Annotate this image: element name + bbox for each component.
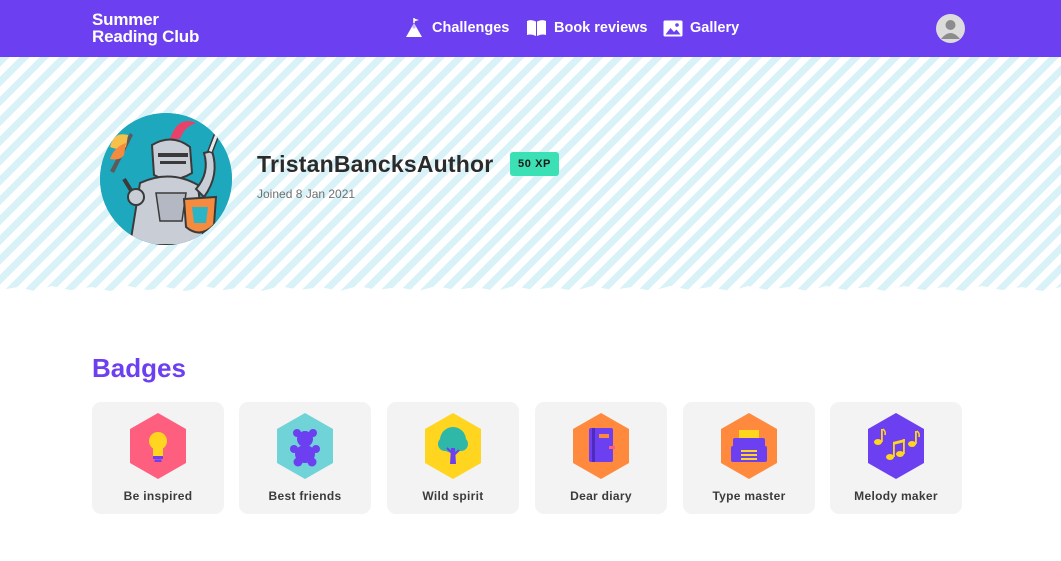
image-icon [663, 20, 683, 36]
badges-heading: Badges [92, 353, 186, 383]
nav-book-reviews[interactable]: Book reviews [526, 17, 648, 39]
mountain-flag-icon [406, 18, 422, 37]
badge-label: Melody maker [854, 489, 938, 503]
badge-card-type-master[interactable]: Type master [683, 402, 815, 514]
joined-date: Joined 8 Jan 2021 [257, 187, 356, 201]
profile-hero: TristanBancksAuthor 50 XP Joined 8 Jan 2… [0, 57, 1061, 297]
nav-challenges[interactable]: Challenges [405, 17, 509, 39]
badge-card-be-inspired[interactable]: Be inspired [92, 402, 224, 514]
nav-challenges-label: Challenges [432, 20, 510, 36]
nav-book-reviews-label: Book reviews [554, 20, 648, 36]
logo-line-2: Reading Club [92, 27, 200, 46]
typewriter-icon [721, 413, 777, 479]
xp-badge: 50 XP [510, 152, 559, 176]
badge-card-melody-maker[interactable]: Melody maker [830, 402, 962, 514]
knight-avatar-icon [100, 113, 232, 245]
nav-gallery[interactable]: Gallery [663, 17, 739, 39]
account-avatar-button[interactable] [936, 14, 965, 43]
app-logo[interactable]: Summer Reading Club [92, 11, 199, 45]
lightbulb-icon [130, 413, 186, 479]
badge-label: Dear diary [570, 489, 632, 503]
badge-label: Be inspired [123, 489, 193, 503]
top-nav-bar: Summer Reading Club Challenges Book revi… [0, 0, 1061, 57]
badge-card-best-friends[interactable]: Best friends [239, 402, 371, 514]
open-book-icon [527, 20, 546, 36]
badge-card-wild-spirit[interactable]: Wild spirit [387, 402, 519, 514]
user-avatar-icon [941, 20, 960, 39]
tree-icon [425, 413, 481, 479]
logo-line-1: Summer [92, 10, 159, 29]
badge-label: Best friends [268, 489, 342, 503]
teddy-bear-icon [277, 413, 333, 479]
badge-card-dear-diary[interactable]: Dear diary [535, 402, 667, 514]
music-notes-icon [868, 413, 924, 479]
diary-icon [573, 413, 629, 479]
profile-avatar [100, 113, 232, 245]
profile-username: TristanBancksAuthor [257, 151, 494, 177]
nav-gallery-label: Gallery [690, 20, 740, 36]
hero-wavy-edge [0, 286, 1061, 297]
badge-label: Type master [712, 489, 786, 503]
badge-label: Wild spirit [422, 489, 484, 503]
